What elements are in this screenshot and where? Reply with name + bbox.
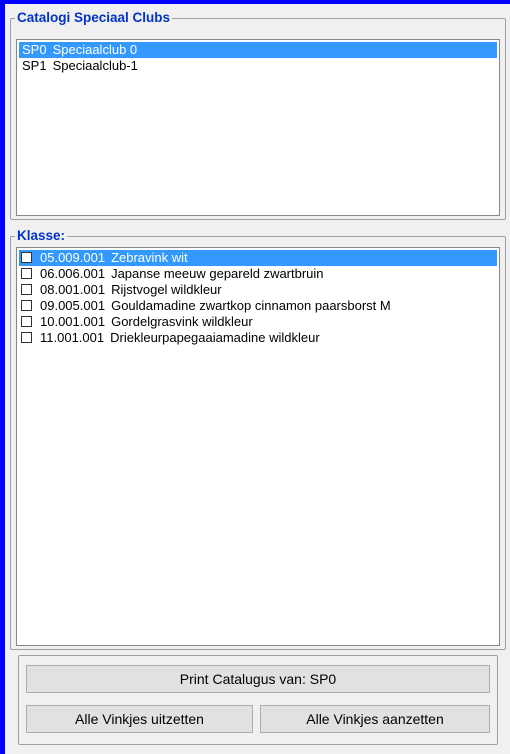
club-list-item-sp0[interactable]: SP0 Speciaalclub 0 bbox=[19, 42, 497, 58]
class-name: Gordelgrasvink wildkleur bbox=[111, 314, 253, 329]
club-code: SP1 bbox=[22, 58, 47, 73]
window-frame-left bbox=[0, 0, 5, 754]
class-checkbox[interactable] bbox=[21, 268, 32, 279]
class-checkbox[interactable] bbox=[21, 252, 32, 263]
class-code: 10.001.001 bbox=[40, 314, 106, 329]
class-list-item[interactable]: 11.001.001 Driekleurpapegaaiamadine wildk… bbox=[19, 330, 497, 346]
clubs-listbox[interactable]: SP0 Speciaalclub 0 SP1 Speciaalclub-1 bbox=[16, 39, 500, 216]
class-name: Rijstvogel wildkleur bbox=[111, 282, 222, 297]
class-checkbox[interactable] bbox=[21, 332, 32, 343]
check-all-button[interactable]: Alle Vinkjes aanzetten bbox=[260, 705, 490, 733]
class-list-item[interactable]: 08.001.001 Rijstvogel wildkleur bbox=[19, 282, 497, 298]
class-code: 09.005.001 bbox=[40, 298, 106, 313]
club-list-item-sp1[interactable]: SP1 Speciaalclub-1 bbox=[19, 58, 497, 74]
club-code: SP0 bbox=[22, 42, 47, 57]
class-code: 06.006.001 bbox=[40, 266, 106, 281]
class-list-item[interactable]: 05.009.001 Zebravink wit bbox=[19, 250, 497, 266]
class-list-item[interactable]: 10.001.001 Gordelgrasvink wildkleur bbox=[19, 314, 497, 330]
class-list-item[interactable]: 06.006.001 Japanse meeuw gepareld zwartbr… bbox=[19, 266, 497, 282]
class-name: Gouldamadine zwartkop cinnamon paarsbors… bbox=[111, 298, 391, 313]
clubs-group-title: Catalogi Speciaal Clubs bbox=[15, 10, 173, 26]
club-name: Speciaalclub-1 bbox=[52, 58, 138, 73]
class-list-item[interactable]: 09.005.001 Gouldamadine zwartkop cinnamon… bbox=[19, 298, 497, 314]
print-catalog-button[interactable]: Print Catalugus van: SP0 bbox=[26, 665, 490, 693]
class-name: Japanse meeuw gepareld zwartbruin bbox=[111, 266, 324, 281]
buttons-groupbox: Print Catalugus van: SP0 Alle Vinkjes ui… bbox=[18, 655, 498, 745]
class-name: Zebravink wit bbox=[111, 250, 188, 265]
classes-checked-listbox[interactable]: 05.009.001 Zebravink wit 06.006.001 Japans… bbox=[16, 247, 500, 646]
class-code: 08.001.001 bbox=[40, 282, 106, 297]
uncheck-all-button[interactable]: Alle Vinkjes uitzetten bbox=[26, 705, 253, 733]
class-checkbox[interactable] bbox=[21, 300, 32, 311]
window-frame-top bbox=[0, 0, 510, 4]
classes-group-title: Klasse: bbox=[15, 228, 68, 244]
class-code: 11.001.001 bbox=[40, 330, 105, 345]
clubs-groupbox: Catalogi Speciaal Clubs SP0 Speciaalclub … bbox=[10, 10, 506, 220]
class-checkbox[interactable] bbox=[21, 316, 32, 327]
class-name: Driekleurpapegaaiamadine wildkleur bbox=[110, 330, 320, 345]
club-name: Speciaalclub 0 bbox=[52, 42, 138, 57]
class-checkbox[interactable] bbox=[21, 284, 32, 295]
class-code: 05.009.001 bbox=[40, 250, 106, 265]
classes-groupbox: Klasse: 05.009.001 Zebravink wit 06.006.0… bbox=[10, 228, 506, 650]
